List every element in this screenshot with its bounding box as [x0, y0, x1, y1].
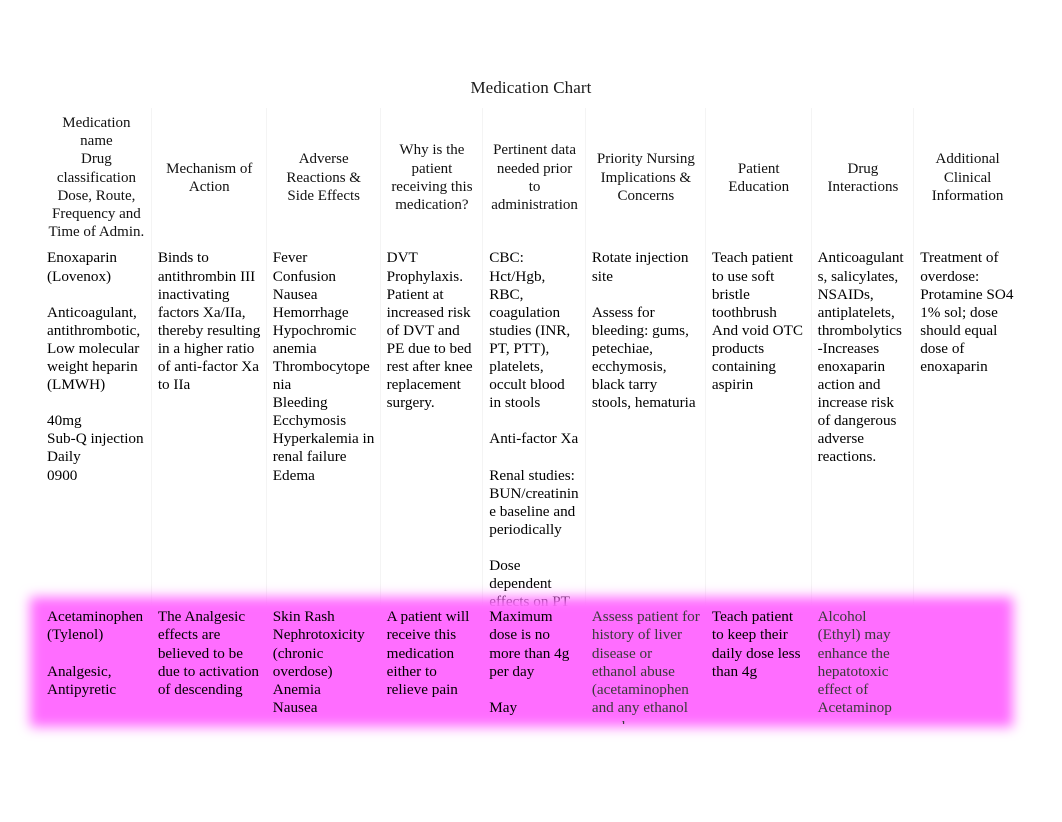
column-header-label: Patient Education: [728, 160, 790, 195]
cell-text: Enoxaparin (Lovenox) Anticoagulant, anti…: [47, 249, 144, 484]
cell-why-receiving: DVT Prophylaxis. Patient at increased ri…: [380, 245, 483, 633]
cell-additional-clinical-info: Treatment of overdose: Protamine SO4 1% …: [913, 245, 1020, 633]
cell-text: Treatment of overdose: Protamine SO4 1% …: [920, 249, 1018, 375]
table-row[interactable]: Enoxaparin (Lovenox) Anticoagulant, anti…: [40, 245, 1020, 633]
cell-pertinent-data: Maximum dose is no more than 4g per day …: [482, 604, 585, 724]
cell-text: Acetaminophen (Tylenol) Analgesic, Antip…: [47, 608, 144, 699]
cell-medication-name: Enoxaparin (Lovenox) Anticoagulant, anti…: [40, 245, 151, 633]
table-header-row: Medication name Drug classification Dose…: [40, 108, 1020, 245]
column-header-additional-clinical-info: Additional Clinical Information: [913, 108, 1020, 245]
cell-mechanism-of-action: Binds to antithrombin III inactivating f…: [151, 245, 266, 633]
cell-patient-education: Teach patient to use soft bristle toothb…: [705, 245, 811, 633]
document-page: Medication Chart Medication name Drug cl…: [0, 0, 1062, 822]
cell-patient-education: Teach patient to keep their daily dose l…: [705, 604, 811, 724]
cell-text: Assess patient for history of liver dise…: [591, 608, 700, 724]
column-header-mechanism-of-action: Mechanism of Action: [151, 108, 266, 245]
cell-text: Skin Rash Nephrotoxicity (chronic overdo…: [272, 608, 365, 717]
column-header-label: Why is the patient receiving this medica…: [391, 142, 477, 213]
cell-adverse-reactions: Fever Confusion Nausea Hemorrhage Hypoch…: [266, 245, 380, 633]
column-header-priority-nursing: Priority Nursing Implications & Concerns: [585, 108, 705, 245]
cell-text: A patient will receive this medication e…: [386, 608, 474, 699]
column-header-label: Pertinent data needed prior to administr…: [491, 142, 580, 213]
column-header-label: Mechanism of Action: [166, 160, 256, 195]
column-header-patient-education: Patient Education: [705, 108, 811, 245]
column-header-label: Additional Clinical Information: [931, 151, 1004, 204]
medication-chart-table: Medication name Drug classification Dose…: [40, 108, 1020, 633]
cell-additional-clinical-info: [913, 604, 1020, 724]
cell-text: Maximum dose is no more than 4g per day …: [489, 608, 570, 717]
table-row-highlighted[interactable]: Acetaminophen (Tylenol) Analgesic, Antip…: [40, 604, 1020, 724]
cell-priority-nursing: Rotate injection site Assess for bleedin…: [585, 245, 705, 633]
column-header-label: Priority Nursing Implications & Concerns: [596, 151, 699, 204]
cell-text: CBC: Hct/Hgb, RBC, coagulation studies (…: [489, 249, 579, 628]
cell-text: Teach patient to keep their daily dose l…: [711, 608, 805, 680]
column-header-why-receiving: Why is the patient receiving this medica…: [380, 108, 483, 245]
highlighted-row-table: Acetaminophen (Tylenol) Analgesic, Antip…: [40, 604, 1020, 724]
cell-text: Anticoagulants, salicylates, NSAIDs, ant…: [817, 249, 906, 466]
cell-text: Alcohol (Ethyl) may enhance the hepatoto…: [817, 608, 895, 717]
column-header-adverse-reactions: Adverse Reactions & Side Effects: [266, 108, 380, 245]
cell-priority-nursing: Assess patient for history of liver dise…: [585, 604, 705, 724]
cell-text: DVT Prophylaxis. Patient at increased ri…: [386, 249, 477, 412]
cell-medication-name: Acetaminophen (Tylenol) Analgesic, Antip…: [40, 604, 151, 724]
column-header-label: Drug Interactions: [827, 160, 899, 195]
column-header-label: Adverse Reactions & Side Effects: [286, 151, 365, 204]
cell-text: The Analgesic effects are believed to be…: [157, 608, 263, 699]
cell-text: Fever Confusion Nausea Hemorrhage Hypoch…: [272, 249, 375, 484]
column-header-pertinent-data: Pertinent data needed prior to administr…: [482, 108, 585, 245]
highlighted-row-container[interactable]: Acetaminophen (Tylenol) Analgesic, Antip…: [40, 604, 1020, 724]
cell-text: Teach patient to use soft bristle toothb…: [711, 249, 807, 394]
cell-drug-interactions: Alcohol (Ethyl) may enhance the hepatoto…: [811, 604, 914, 724]
cell-adverse-reactions: Skin Rash Nephrotoxicity (chronic overdo…: [266, 604, 380, 724]
column-header-medication-name: Medication name Drug classification Dose…: [40, 108, 151, 245]
cell-drug-interactions: Anticoagulants, salicylates, NSAIDs, ant…: [811, 245, 914, 633]
page-title: Medication Chart: [470, 78, 592, 97]
cell-text: Binds to antithrombin III inactivating f…: [157, 249, 265, 394]
column-header-drug-interactions: Drug Interactions: [811, 108, 914, 245]
column-header-label: Medication name Drug classification Dose…: [48, 115, 145, 241]
cell-text: Rotate injection site Assess for bleedin…: [591, 249, 696, 412]
cell-pertinent-data: CBC: Hct/Hgb, RBC, coagulation studies (…: [482, 245, 585, 633]
cell-why-receiving: A patient will receive this medication e…: [380, 604, 483, 724]
cell-mechanism-of-action: The Analgesic effects are believed to be…: [151, 604, 266, 724]
